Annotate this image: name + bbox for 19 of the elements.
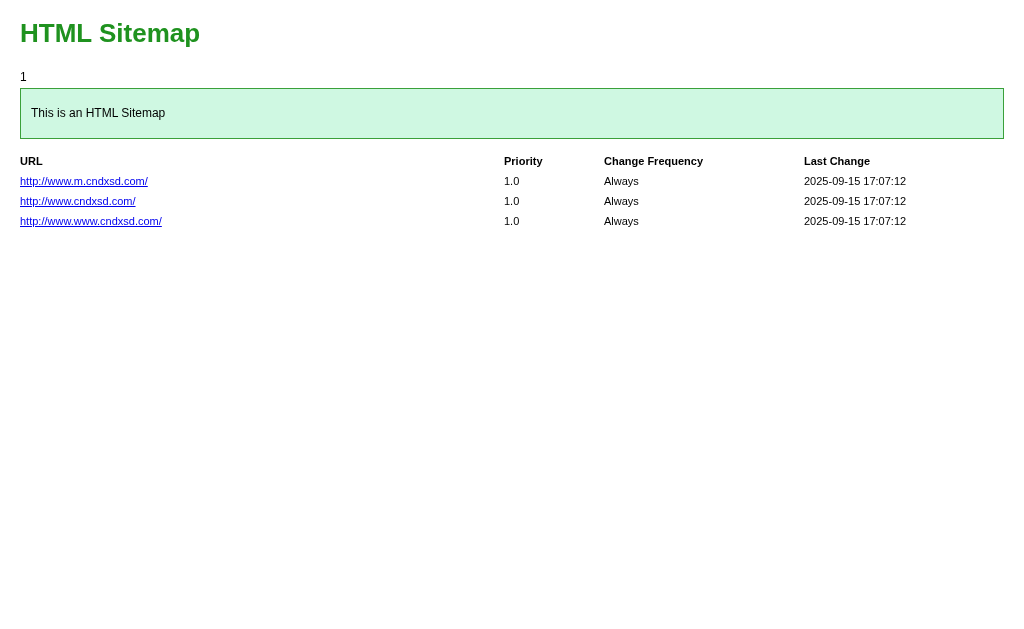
frequency-cell: Always [604,195,639,207]
priority-cell: 1.0 [504,175,520,187]
url-link[interactable]: http://www.m.cndxsd.com/ [20,175,148,187]
priority-cell: 1.0 [504,195,520,207]
frequency-cell: Always [604,215,639,227]
intro-banner: This is an HTML Sitemap [20,88,1004,139]
page-title: HTML Sitemap [20,20,202,47]
frequency-cell: Always [604,175,639,187]
column-header: Last Change [804,155,870,167]
url-link[interactable]: http://www.www.cndxsd.com/ [20,215,162,227]
column-header: URL [20,155,43,167]
priority-cell: 1.0 [504,215,520,227]
page-number: 1 [20,70,27,85]
column-header: Change Frequency [604,155,704,167]
date-cell: 2025-09-15 17:07:12 [804,215,907,227]
url-link[interactable]: http://www.cndxsd.com/ [20,195,136,207]
date-cell: 2025-09-15 17:07:12 [804,195,907,207]
date-cell: 2025-09-15 17:07:12 [804,175,907,187]
column-header: Priority [504,155,543,167]
